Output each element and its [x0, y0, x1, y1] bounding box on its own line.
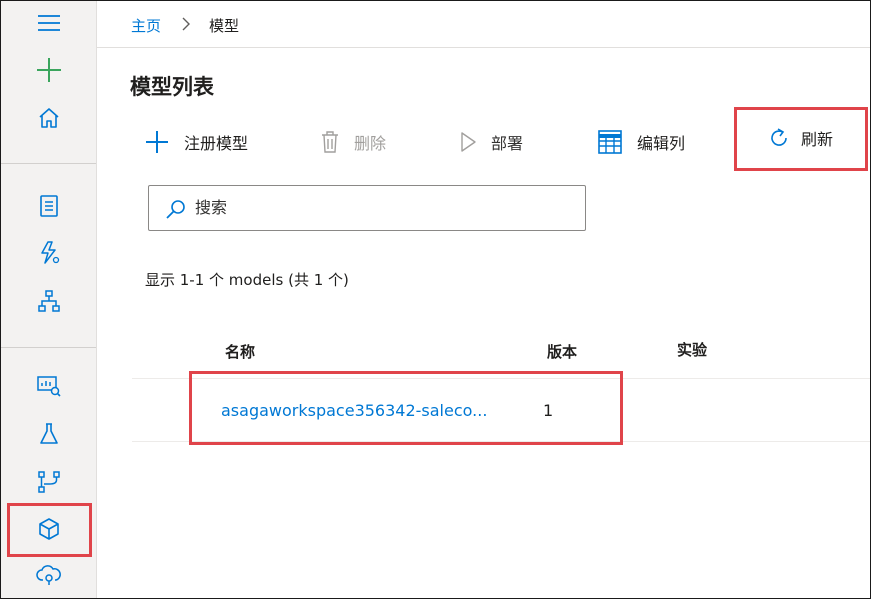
- deploy-button[interactable]: 部署: [459, 126, 523, 158]
- delete-button[interactable]: 删除: [320, 126, 386, 158]
- model-row-highlight: [189, 371, 623, 445]
- chevron-right-icon: [180, 15, 192, 37]
- register-model-button[interactable]: 注册模型: [144, 126, 248, 158]
- play-icon: [459, 131, 477, 153]
- search-input[interactable]: [195, 195, 565, 219]
- edit-columns-label: 编辑列: [637, 134, 686, 153]
- plus-icon[interactable]: [1, 50, 96, 90]
- result-count: 显示 1-1 个 models (共 1 个): [145, 271, 349, 289]
- trash-icon: [320, 130, 340, 154]
- home-icon[interactable]: [1, 98, 96, 138]
- search-icon: [165, 199, 187, 223]
- hamburger-menu-icon[interactable]: [1, 3, 96, 43]
- table-columns-icon: [597, 129, 623, 155]
- delete-label: 删除: [354, 134, 387, 153]
- page-title: 模型列表: [130, 75, 214, 99]
- app-window: 主页 模型 模型列表 注册模型 删除 部署 编辑列 刷新 搜索 显示 1-1 个…: [0, 0, 871, 599]
- breadcrumb-home-link[interactable]: 主页: [131, 15, 161, 36]
- pipelines-icon[interactable]: [1, 462, 96, 502]
- datasets-icon[interactable]: [1, 366, 96, 406]
- column-header-version[interactable]: 版本: [547, 341, 577, 362]
- endpoints-icon[interactable]: [1, 555, 96, 595]
- designer-icon[interactable]: [1, 281, 96, 321]
- register-model-label: 注册模型: [184, 134, 249, 153]
- main-content: 主页 模型 模型列表 注册模型 删除 部署 编辑列 刷新 搜索 显示 1-1 个…: [97, 1, 870, 598]
- refresh-highlight: [734, 107, 868, 171]
- search-box[interactable]: [148, 185, 586, 231]
- experiments-icon[interactable]: [1, 414, 96, 454]
- edit-columns-button[interactable]: 编辑列: [597, 126, 685, 158]
- models-nav-highlight: [7, 503, 92, 557]
- column-header-experiment[interactable]: 实验: [677, 339, 707, 360]
- plus-icon: [144, 129, 170, 155]
- column-header-name[interactable]: 名称: [225, 341, 255, 362]
- automl-icon[interactable]: [1, 233, 96, 273]
- sidebar-divider: [1, 347, 96, 348]
- deploy-label: 部署: [491, 134, 524, 153]
- sidebar-divider: [1, 163, 96, 164]
- breadcrumb: 主页 模型: [97, 1, 870, 48]
- notebook-icon[interactable]: [1, 186, 96, 226]
- breadcrumb-current: 模型: [209, 17, 240, 35]
